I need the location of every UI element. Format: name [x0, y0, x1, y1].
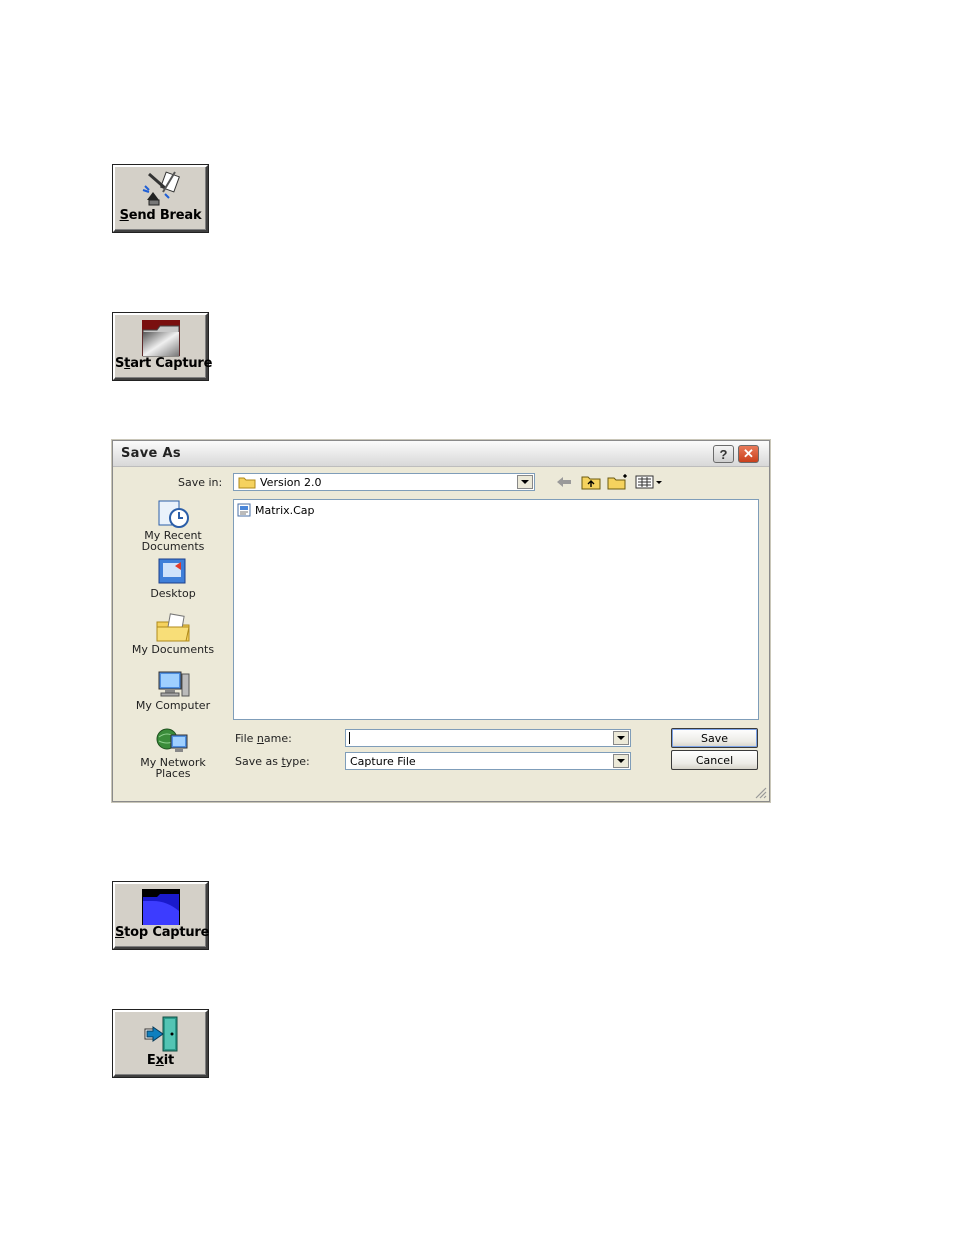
close-button[interactable]: ✕: [738, 445, 759, 463]
place-label: Desktop: [150, 587, 196, 600]
recent-documents-icon: [158, 500, 189, 528]
place-label: My Documents: [131, 643, 215, 656]
save-as-type-label: Save as type:: [235, 755, 310, 768]
file-icon: [237, 503, 251, 517]
new-folder-icon[interactable]: [607, 474, 629, 490]
chevron-down-icon[interactable]: [613, 731, 629, 745]
save-as-type-value: Capture File: [350, 755, 416, 768]
place-my-documents[interactable]: My Documents: [125, 612, 221, 655]
dialog-titlebar[interactable]: Save As ? ✕: [113, 441, 769, 467]
exit-door-icon: [115, 1015, 206, 1055]
save-in-label: Save in:: [178, 476, 223, 489]
back-arrow-icon[interactable]: [555, 474, 573, 490]
desktop-icon: [158, 558, 186, 584]
chevron-down-icon[interactable]: [613, 754, 629, 768]
place-my-recent-documents[interactable]: My Recent Documents: [125, 498, 221, 552]
dialog-title: Save As: [121, 446, 181, 461]
start-capture-icon: [115, 318, 206, 358]
file-name-input[interactable]: [345, 729, 631, 747]
stop-capture-label: Stop Capture: [115, 925, 210, 940]
save-in-value: Version 2.0: [260, 476, 322, 489]
file-name: Matrix.Cap: [255, 503, 315, 517]
help-icon: ?: [719, 446, 728, 462]
save-in-dropdown[interactable]: Version 2.0: [233, 473, 535, 491]
stop-capture-icon: [115, 887, 206, 927]
file-name-label: File name:: [235, 732, 292, 745]
send-break-label: Send Break: [119, 208, 202, 223]
resize-grip-icon[interactable]: [753, 785, 767, 799]
text-cursor: [349, 732, 350, 744]
start-capture-button[interactable]: Start Capture: [113, 313, 213, 380]
help-button[interactable]: ?: [713, 445, 734, 463]
file-list[interactable]: Matrix.Cap: [233, 499, 759, 720]
network-places-icon: [156, 728, 188, 752]
folder-icon: [238, 477, 256, 489]
place-my-computer[interactable]: My Computer: [125, 668, 221, 711]
save-as-type-dropdown[interactable]: Capture File: [345, 752, 631, 770]
save-button[interactable]: Save: [671, 728, 758, 748]
places-bar: My Recent Documents Desktop My Documents: [125, 496, 221, 786]
view-menu-icon[interactable]: [635, 474, 665, 490]
up-folder-icon[interactable]: [581, 474, 601, 490]
start-capture-label: Start Capture: [115, 356, 213, 371]
send-break-icon: [115, 170, 206, 210]
my-documents-icon: [156, 613, 190, 642]
send-break-button[interactable]: Send Break: [113, 165, 208, 232]
save-as-dialog: Save As ? ✕ Save in: Version 2.0 My Rece…: [112, 440, 770, 802]
place-label: My Network Places: [140, 756, 206, 780]
place-my-network-places[interactable]: My Network Places: [125, 725, 221, 779]
stop-capture-button[interactable]: Stop Capture: [113, 882, 210, 949]
cancel-button[interactable]: Cancel: [671, 750, 758, 770]
list-item[interactable]: Matrix.Cap: [237, 503, 315, 517]
place-label: My Computer: [135, 699, 211, 712]
chevron-down-icon[interactable]: [517, 475, 533, 489]
place-label: My Recent Documents: [141, 529, 205, 553]
my-computer-icon: [158, 671, 190, 697]
close-icon: ✕: [743, 446, 754, 461]
place-desktop[interactable]: Desktop: [125, 556, 221, 599]
exit-label: Exit: [146, 1053, 175, 1068]
exit-button[interactable]: Exit: [113, 1010, 208, 1077]
